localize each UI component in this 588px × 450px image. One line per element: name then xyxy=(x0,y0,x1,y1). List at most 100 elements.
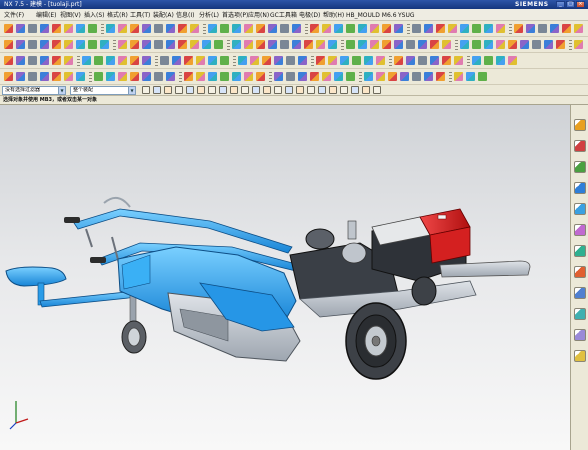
air-filter[interactable] xyxy=(341,242,367,264)
toolbar-tool-icon[interactable] xyxy=(184,56,193,65)
menu-information[interactable]: 信息(I) xyxy=(176,11,194,20)
toolbar-grip[interactable] xyxy=(113,40,116,50)
toolbar-tool-icon[interactable] xyxy=(298,72,307,81)
toolbar-tool-icon[interactable] xyxy=(220,24,229,33)
toolbar-tool-icon[interactable] xyxy=(4,56,13,65)
toolbar-tool-icon[interactable] xyxy=(40,40,49,49)
snap-point-icon[interactable] xyxy=(219,86,227,94)
menu-gc-toolkit[interactable]: GC工具箱 xyxy=(270,11,297,20)
toolbar-grip[interactable] xyxy=(269,72,272,82)
minimize-button[interactable]: _ xyxy=(556,1,565,8)
toolbar-tool-icon[interactable] xyxy=(178,24,187,33)
palette-icon[interactable] xyxy=(574,308,586,320)
toolbar-tool-icon[interactable] xyxy=(574,24,583,33)
toolbar-tool-icon[interactable] xyxy=(508,56,517,65)
toolbar-tool-icon[interactable] xyxy=(322,24,331,33)
toolbar-tool-icon[interactable] xyxy=(394,56,403,65)
toolbar-tool-icon[interactable] xyxy=(424,24,433,33)
toolbar-tool-icon[interactable] xyxy=(16,40,25,49)
toolbar-tool-icon[interactable] xyxy=(142,24,151,33)
toolbar-tool-icon[interactable] xyxy=(166,24,175,33)
toolbar-tool-icon[interactable] xyxy=(256,24,265,33)
menu-tools[interactable]: 工具(T) xyxy=(130,11,150,20)
toolbar-tool-icon[interactable] xyxy=(328,56,337,65)
reuse-library-icon[interactable] xyxy=(574,245,586,257)
toolbar-tool-icon[interactable] xyxy=(508,40,517,49)
toolbar-tool-icon[interactable] xyxy=(514,24,523,33)
toolbar-tool-icon[interactable] xyxy=(460,24,469,33)
toolbar-grip[interactable] xyxy=(203,24,206,34)
toolbar-tool-icon[interactable] xyxy=(106,72,115,81)
toolbar-tool-icon[interactable] xyxy=(496,40,505,49)
menu-analysis[interactable]: 分析(L) xyxy=(199,11,219,20)
hd3d-tools-icon[interactable] xyxy=(574,266,586,278)
toolbar-grip[interactable] xyxy=(179,72,182,82)
toolbar-tool-icon[interactable] xyxy=(442,40,451,49)
toolbar-tool-icon[interactable] xyxy=(16,56,25,65)
toolbar-tool-icon[interactable] xyxy=(220,56,229,65)
toolbar-tool-icon[interactable] xyxy=(214,40,223,49)
toolbar-tool-icon[interactable] xyxy=(268,40,277,49)
toolbar-tool-icon[interactable] xyxy=(280,24,289,33)
toolbar-tool-icon[interactable] xyxy=(376,72,385,81)
toolbar-tool-icon[interactable] xyxy=(394,24,403,33)
toolbar-tool-icon[interactable] xyxy=(64,40,73,49)
toolbar-tool-icon[interactable] xyxy=(532,40,541,49)
toolbar-grip[interactable] xyxy=(233,56,236,66)
toolbar-tool-icon[interactable] xyxy=(370,24,379,33)
menu-hb-mould[interactable]: HB_MOULD M6.6 xyxy=(346,11,397,20)
toolbar-grip[interactable] xyxy=(509,24,512,34)
toolbar-grip[interactable] xyxy=(467,56,470,66)
toolbar-tool-icon[interactable] xyxy=(370,40,379,49)
toolbar-tool-icon[interactable] xyxy=(460,40,469,49)
toolbar-tool-icon[interactable] xyxy=(184,72,193,81)
menu-format[interactable]: 格式(R) xyxy=(107,11,128,20)
toolbar-tool-icon[interactable] xyxy=(94,56,103,65)
close-button[interactable]: × xyxy=(576,1,585,8)
toolbar-tool-icon[interactable] xyxy=(40,72,49,81)
toolbar-tool-icon[interactable] xyxy=(208,24,217,33)
toolbar-tool-icon[interactable] xyxy=(418,40,427,49)
toolbar-tool-icon[interactable] xyxy=(430,40,439,49)
toolbar-grip[interactable] xyxy=(77,56,80,66)
type-filter-dropdown[interactable]: 没有选择过滤器 ▼ xyxy=(2,86,66,95)
toolbar-tool-icon[interactable] xyxy=(412,24,421,33)
tractor-model-3d[interactable] xyxy=(0,105,570,450)
snap-point-icon[interactable] xyxy=(307,86,315,94)
toolbar-tool-icon[interactable] xyxy=(118,56,127,65)
toolbar-tool-icon[interactable] xyxy=(250,56,259,65)
toolbar-tool-icon[interactable] xyxy=(40,24,49,33)
toolbar-tool-icon[interactable] xyxy=(550,24,559,33)
snap-point-icon[interactable] xyxy=(186,86,194,94)
toolbar-tool-icon[interactable] xyxy=(556,40,565,49)
toolbar-tool-icon[interactable] xyxy=(196,56,205,65)
assembly-navigator-icon[interactable] xyxy=(574,203,586,215)
toolbar-tool-icon[interactable] xyxy=(88,24,97,33)
toolbar-tool-icon[interactable] xyxy=(4,72,13,81)
menu-preferences[interactable]: 首选项(P) xyxy=(222,11,248,20)
menu-edit[interactable]: 编辑(E) xyxy=(36,11,56,20)
snap-point-icon[interactable] xyxy=(241,86,249,94)
roles-icon[interactable] xyxy=(574,119,586,131)
snap-point-icon[interactable] xyxy=(351,86,359,94)
toolbar-tool-icon[interactable] xyxy=(484,40,493,49)
toolbar-tool-icon[interactable] xyxy=(154,72,163,81)
toolbar-grip[interactable] xyxy=(101,24,104,34)
menu-view[interactable]: 视图(V) xyxy=(60,11,81,20)
toolbar-tool-icon[interactable] xyxy=(166,40,175,49)
toolbar-tool-icon[interactable] xyxy=(118,40,127,49)
toolbar-tool-icon[interactable] xyxy=(298,56,307,65)
toolbar-grip[interactable] xyxy=(305,24,308,34)
snap-point-icon[interactable] xyxy=(373,86,381,94)
toolbar-tool-icon[interactable] xyxy=(412,72,421,81)
toolbar-tool-icon[interactable] xyxy=(526,24,535,33)
toolbar-tool-icon[interactable] xyxy=(106,24,115,33)
toolbar-grip[interactable] xyxy=(311,56,314,66)
toolbar-tool-icon[interactable] xyxy=(364,56,373,65)
toolbar-tool-icon[interactable] xyxy=(466,72,475,81)
snap-point-icon[interactable] xyxy=(252,86,260,94)
toolbar-tool-icon[interactable] xyxy=(4,40,13,49)
toolbar-tool-icon[interactable] xyxy=(190,24,199,33)
toolbar-tool-icon[interactable] xyxy=(574,40,583,49)
toolbar-tool-icon[interactable] xyxy=(4,24,13,33)
